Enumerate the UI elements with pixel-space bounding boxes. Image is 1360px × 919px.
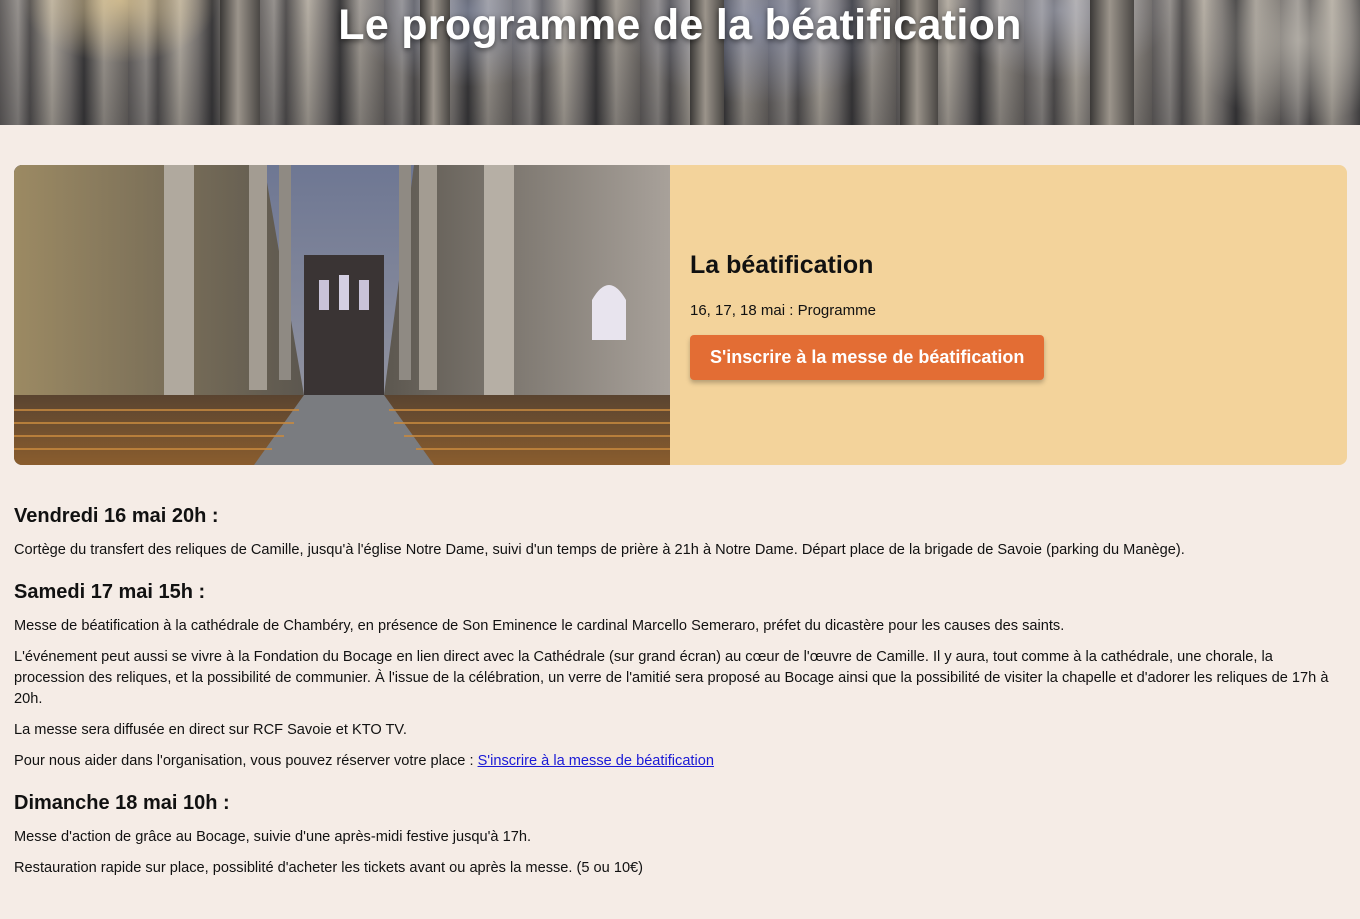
register-mass-link[interactable]: S'inscrire à la messe de béatification xyxy=(478,753,714,769)
hero-banner: Le programme de la béatification xyxy=(0,0,1360,125)
reserve-text: Pour nous aider dans l'organisation, vou… xyxy=(14,753,478,769)
day-heading: Vendredi 16 mai 20h : xyxy=(14,505,219,527)
day-section-saturday: Samedi 17 mai 15h : Messe de béatificati… xyxy=(14,581,1344,772)
register-mass-button[interactable]: S'inscrire à la messe de béatification xyxy=(690,334,1045,380)
day-paragraph: La messe sera diffusée en direct sur RCF… xyxy=(14,722,407,738)
feature-dates: 16, 17, 18 mai : Programme xyxy=(690,301,876,319)
feature-card: La béatification 16, 17, 18 mai : Progra… xyxy=(14,165,1347,465)
day-paragraph: Restauration rapide sur place, possiblit… xyxy=(14,860,644,876)
feature-content: La béatification 16, 17, 18 mai : Progra… xyxy=(670,165,1347,465)
day-paragraph: L'événement peut aussi se vivre à la Fon… xyxy=(14,649,1329,707)
day-section-friday: Vendredi 16 mai 20h : Cortège du transfe… xyxy=(14,505,1344,561)
feature-title: La béatification xyxy=(690,250,874,279)
day-paragraph: Messe de béatification à la cathédrale d… xyxy=(14,618,1065,634)
reserve-paragraph: Pour nous aider dans l'organisation, vou… xyxy=(14,751,1344,772)
day-paragraph: Cortège du transfert des reliques de Cam… xyxy=(14,542,1185,558)
program-section: Vendredi 16 mai 20h : Cortège du transfe… xyxy=(14,505,1344,899)
day-heading: Samedi 17 mai 15h : xyxy=(14,581,206,603)
cathedral-illustration xyxy=(14,165,670,465)
page-title: Le programme de la béatification xyxy=(338,1,1022,49)
cathedral-nave-image xyxy=(14,165,670,465)
day-paragraph: Messe d'action de grâce au Bocage, suivi… xyxy=(14,829,532,845)
day-heading: Dimanche 18 mai 10h : xyxy=(14,792,230,814)
day-section-sunday: Dimanche 18 mai 10h : Messe d'action de … xyxy=(14,792,1344,879)
